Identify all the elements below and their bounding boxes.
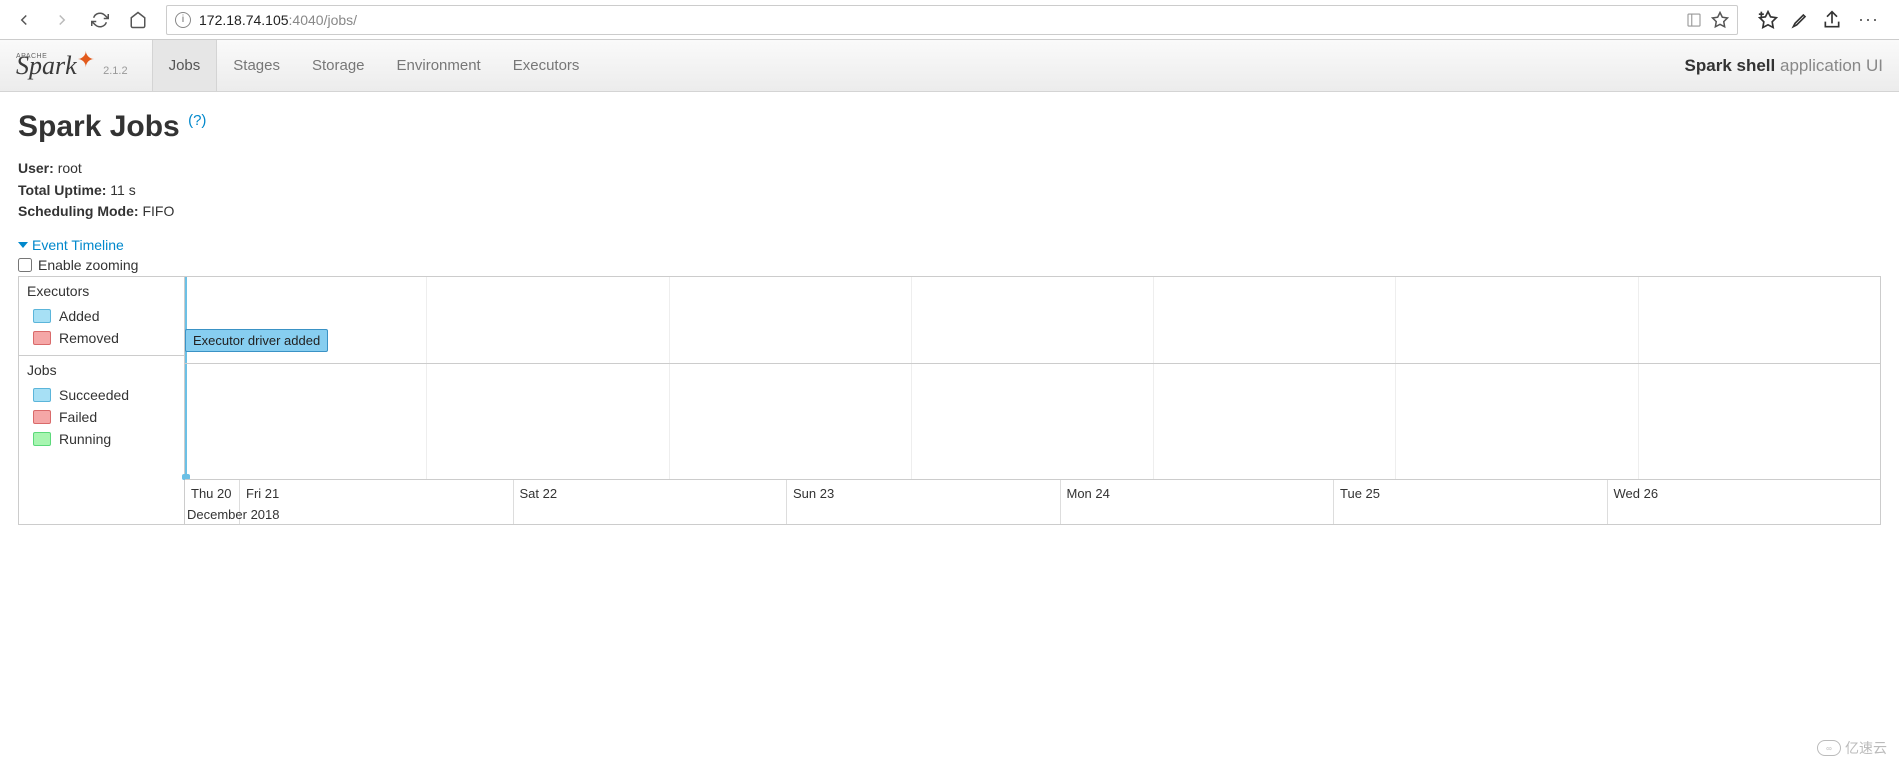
axis-tick: Thu 20 [191,486,231,501]
info-icon[interactable]: i [175,12,191,28]
axis-month: December 2018 [187,507,280,522]
timeline-row-jobs [185,364,1880,479]
refresh-button[interactable] [84,4,116,36]
event-timeline-toggle[interactable]: Event Timeline [18,237,1881,253]
share-icon[interactable] [1822,10,1842,30]
reading-list-icon[interactable] [1685,11,1703,29]
timeline-legend-column: Executors Added Removed Jobs Succeeded F… [19,277,185,524]
enable-zooming-label: Enable zooming [38,257,138,273]
forward-button[interactable] [46,4,78,36]
legend-running: Running [27,428,176,450]
more-icon[interactable]: ··· [1854,9,1883,30]
caret-down-icon [18,242,28,248]
nav-tabs: Jobs Stages Storage Environment Executor… [152,40,596,91]
help-link[interactable]: (?) [188,112,206,129]
back-button[interactable] [8,4,40,36]
spark-version: 2.1.2 [103,65,127,77]
url-text: 172.18.74.105:4040/jobs/ [199,12,357,28]
enable-zooming-checkbox[interactable] [18,258,32,272]
enable-zooming-row: Enable zooming [18,257,1881,273]
page-title: Spark Jobs (?) [18,110,1881,144]
timeline-canvas[interactable]: Executor driver added Thu 20 Fri 21 Sat … [185,277,1880,524]
tab-environment[interactable]: Environment [381,40,497,91]
page-content: Spark Jobs (?) User: root Total Uptime: … [0,92,1899,543]
favorite-star-icon[interactable] [1711,11,1729,29]
tab-storage[interactable]: Storage [296,40,381,91]
legend-added: Added [27,305,176,327]
spark-logo[interactable]: Spark✦ 2.1.2 [16,51,128,81]
axis-tick: Tue 25 [1340,486,1380,501]
timeline-event-executor-added[interactable]: Executor driver added [185,329,328,352]
browser-right-icons: ··· [1750,9,1891,30]
tab-jobs[interactable]: Jobs [152,40,218,91]
legend-removed: Removed [27,327,176,349]
tab-executors[interactable]: Executors [497,40,596,91]
axis-tick: Sat 22 [520,486,558,501]
axis-tick: Fri 21 [246,486,279,501]
timeline: Executors Added Removed Jobs Succeeded F… [18,276,1881,525]
app-label: Spark shell application UI [1685,56,1883,76]
timeline-axis: Thu 20 Fri 21 Sat 22 Sun 23 Mon 24 Tue 2… [185,479,1880,524]
axis-tick: Wed 26 [1614,486,1659,501]
favorites-icon[interactable] [1758,10,1778,30]
legend-succeeded: Succeeded [27,384,176,406]
tab-stages[interactable]: Stages [217,40,296,91]
home-button[interactable] [122,4,154,36]
watermark: ∞ 亿速云 [1817,738,1887,758]
timeline-row-executors: Executor driver added [185,277,1880,364]
legend-failed: Failed [27,406,176,428]
group-executors: Executors Added Removed [19,277,184,356]
axis-tick: Sun 23 [793,486,834,501]
browser-toolbar: i 172.18.74.105:4040/jobs/ ··· [0,0,1899,40]
group-executors-title: Executors [27,283,176,299]
group-jobs-title: Jobs [27,362,176,378]
address-bar[interactable]: i 172.18.74.105:4040/jobs/ [166,5,1738,35]
meta-list: User: root Total Uptime: 11 s Scheduling… [18,158,1881,223]
group-jobs: Jobs Succeeded Failed Running [19,356,184,456]
spark-navbar: Spark✦ 2.1.2 Jobs Stages Storage Environ… [0,40,1899,92]
notes-icon[interactable] [1790,10,1810,30]
axis-tick: Mon 24 [1067,486,1110,501]
